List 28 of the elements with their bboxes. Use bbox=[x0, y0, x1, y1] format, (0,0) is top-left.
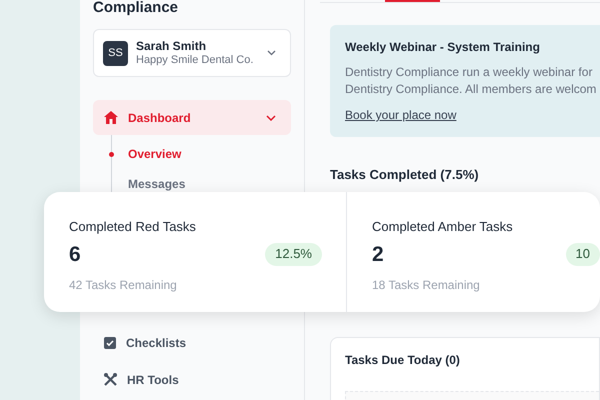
logo-text: Compliance bbox=[93, 0, 178, 15]
stat-value: 2 bbox=[372, 244, 384, 264]
nav-item[interactable]: HR Tools bbox=[93, 361, 291, 398]
sub-nav-item[interactable]: Messages bbox=[128, 176, 291, 192]
banner-text: Dentistry Compliance run a weekly webinar for Dentistry Compliance. All members are welcom bbox=[345, 64, 598, 98]
chevron-down-icon bbox=[267, 50, 276, 56]
stat-title: Completed Red Tasks bbox=[69, 218, 197, 236]
stat-value: 6 bbox=[69, 244, 81, 264]
avatar: SS bbox=[103, 40, 128, 66]
user-name: Sarah Smith bbox=[136, 38, 208, 54]
card-title: Tasks Due Today (0) bbox=[345, 352, 461, 368]
tools-icon bbox=[104, 373, 117, 386]
organisation-name: Happy Smile Dental Co. bbox=[136, 54, 254, 68]
active-tab-indicator bbox=[385, 0, 440, 2]
banner-title: Weekly Webinar - System Training bbox=[345, 39, 541, 56]
user-card[interactable]: SS Sarah Smith Happy Smile Dental Co. bbox=[93, 29, 291, 77]
book-link[interactable]: Book your place now bbox=[345, 106, 456, 124]
sub-nav-item[interactable]: Overview bbox=[128, 146, 291, 162]
section-title: Tasks Completed (7.5%) bbox=[330, 166, 480, 184]
remaining-text: 18 Tasks Remaining bbox=[372, 276, 481, 294]
percentage-badge: 12.5% bbox=[265, 242, 322, 266]
nav-item[interactable]: Checklists bbox=[93, 324, 291, 361]
remaining-text: 42 Tasks Remaining bbox=[69, 276, 178, 294]
house-icon bbox=[104, 111, 118, 124]
stat-title: Completed Amber Tasks bbox=[372, 218, 514, 236]
nav-item[interactable]: Dashboard bbox=[93, 100, 291, 135]
checkbox-icon bbox=[104, 336, 116, 348]
percentage-badge: 10 bbox=[566, 242, 600, 266]
